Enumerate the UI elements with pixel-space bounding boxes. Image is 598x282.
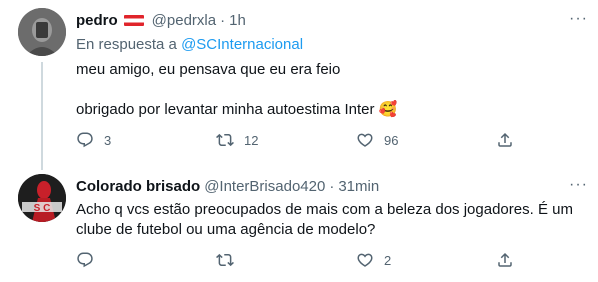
share-button[interactable]: [496, 131, 516, 149]
user-handle[interactable]: @InterBrisado420: [204, 178, 325, 195]
user-display-name[interactable]: pedro: [76, 12, 118, 29]
tweet-content: pedro @pedrxla · 1h En respuesta a @SCIn…: [76, 10, 582, 120]
reply-button[interactable]: [76, 251, 166, 269]
like-count: 96: [384, 132, 399, 148]
reply-mention-link[interactable]: @SCInternacional: [181, 36, 303, 53]
avatar-photo-icon: S C: [18, 174, 66, 222]
tweet-colorado-brisado[interactable]: S C Colorado brisado @InterBrisado420 · …: [0, 166, 598, 282]
like-button[interactable]: 96: [356, 131, 446, 149]
heart-icon: [357, 253, 373, 267]
tweet-header: pedro @pedrxla · 1h: [76, 10, 582, 30]
retweet-count: 12: [244, 132, 259, 148]
tweet-text: meu amigo, eu pensava que eu era feio ob…: [76, 60, 582, 120]
tweet-actions: 2: [76, 250, 516, 270]
smiling-face-hearts-emoji: 🥰: [378, 101, 398, 118]
retweet-icon: [216, 253, 234, 267]
more-options-icon[interactable]: ···: [569, 10, 588, 28]
retweet-button[interactable]: 12: [216, 131, 306, 149]
retweet-icon: [216, 133, 234, 147]
reply-icon: [77, 252, 93, 268]
reply-prefix: En respuesta a: [76, 36, 177, 53]
reply-icon: [77, 132, 93, 148]
avatar[interactable]: [18, 8, 66, 56]
avatar[interactable]: S C: [18, 174, 66, 222]
tweet-content: Colorado brisado @InterBrisado420 · 31mi…: [76, 176, 582, 240]
like-count: 2: [384, 252, 392, 268]
tweet-text: Acho q vcs estão preocupados de mais com…: [76, 201, 573, 238]
tweet-timestamp[interactable]: 1h: [229, 12, 246, 29]
austria-flag-icon: [123, 14, 144, 26]
heart-icon: [357, 133, 373, 147]
retweet-button[interactable]: [216, 251, 306, 269]
thread-connector-line: [41, 62, 43, 170]
like-button[interactable]: 2: [356, 251, 446, 269]
tweet-timestamp[interactable]: 31min: [338, 178, 379, 195]
avatar-photo-icon: [18, 8, 66, 56]
user-handle[interactable]: @pedrxla: [152, 12, 216, 29]
reply-button[interactable]: 3: [76, 131, 166, 149]
reply-context: En respuesta a @SCInternacional: [76, 36, 582, 56]
share-button[interactable]: [496, 251, 516, 269]
user-display-name[interactable]: Colorado brisado: [76, 178, 200, 195]
tweet-text-line: meu amigo, eu pensava que eu era feio: [76, 61, 341, 78]
tweet-actions: 3 12 96: [76, 130, 516, 150]
separator-dot: ·: [329, 177, 335, 195]
reply-count: 3: [104, 132, 112, 148]
share-icon: [498, 252, 512, 267]
more-options-icon[interactable]: ···: [569, 176, 588, 194]
separator-dot: ·: [220, 11, 226, 29]
share-icon: [498, 132, 512, 147]
tweet-header: Colorado brisado @InterBrisado420 · 31mi…: [76, 176, 582, 196]
tweet-text-line: obrigado por levantar minha autoestima I…: [76, 101, 375, 118]
svg-text:S C: S C: [34, 203, 51, 214]
tweet-pedro[interactable]: pedro @pedrxla · 1h En respuesta a @SCIn…: [0, 0, 598, 170]
